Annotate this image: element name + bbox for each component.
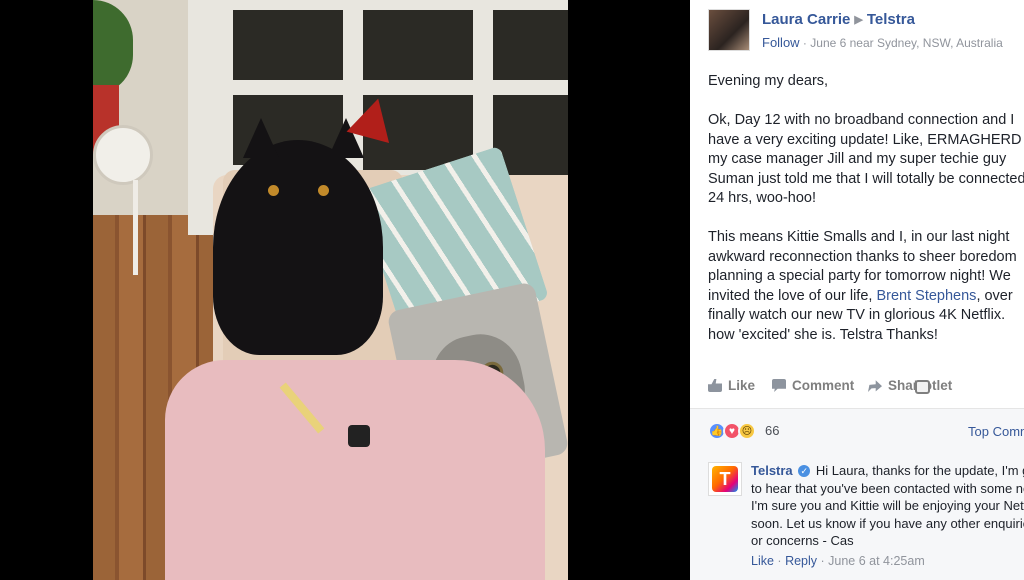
- post-timestamp-location[interactable]: June 6 near Sydney, NSW, Australia: [810, 36, 1003, 50]
- photo-dice: [348, 425, 370, 447]
- arrow-right-icon: ▶: [854, 14, 863, 26]
- photo-viewer: [0, 0, 690, 580]
- post-header: Laura Carrie ▶ Telstra Follow · June 6 nea…: [708, 9, 1024, 53]
- author-line: Laura Carrie ▶ Telstra: [762, 11, 915, 28]
- photo-stool-leg: [133, 180, 138, 275]
- top-comments-dropdown[interactable]: Top Comments: [968, 424, 1024, 439]
- post-photo[interactable]: [93, 0, 568, 580]
- post-meta: Follow · June 6 near Sydney, NSW, Austra…: [762, 35, 1003, 50]
- mention-link[interactable]: Brent Stephens: [876, 288, 976, 304]
- post-greeting: Evening my dears,: [708, 73, 829, 89]
- reactions-bar: 👍 ♥ ☹ 66 Top Comments: [690, 409, 1024, 453]
- photo-black-cat: [213, 118, 383, 355]
- like-button[interactable]: Like: [708, 378, 755, 393]
- photo-blanket: [165, 360, 545, 580]
- author-avatar[interactable]: [708, 9, 750, 51]
- reaction-count[interactable]: 66: [765, 423, 779, 438]
- photo-stool: [93, 125, 153, 185]
- verified-badge-icon: ✓: [798, 465, 811, 477]
- hotlet-overlay-icon: [915, 380, 930, 394]
- post-body: Evening my dears, Ok, Day 12 with no bro…: [708, 72, 1024, 365]
- follow-button[interactable]: Follow: [762, 35, 800, 50]
- sad-reaction-icon: ☹: [738, 422, 756, 440]
- target-page-link[interactable]: Telstra: [867, 11, 915, 28]
- thumbs-up-icon: [708, 379, 722, 392]
- comment-text: Telstra ✓ Hi Laura, thanks for the updat…: [751, 463, 1024, 548]
- comment-reply-button[interactable]: Reply: [785, 554, 817, 568]
- post-paragraph-2: This means Kittie Smalls and I, in our l…: [708, 229, 1017, 343]
- comment: T Telstra ✓ Hi Laura, thanks for the upd…: [690, 453, 1024, 580]
- comment-button[interactable]: Comment: [772, 378, 854, 393]
- comment-like-button[interactable]: Like: [751, 554, 774, 568]
- comment-timestamp[interactable]: June 6 at 4:25am: [828, 554, 925, 568]
- post-panel: Laura Carrie ▶ Telstra Follow · June 6 nea…: [690, 0, 1024, 580]
- comment-icon: [772, 379, 786, 392]
- post-paragraph-1: Ok, Day 12 with no broadband connection …: [708, 112, 1024, 206]
- post-actions: Like Comment Share Hotlet: [708, 378, 1024, 398]
- comment-actions: Like · Reply · June 6 at 4:25am: [751, 554, 925, 568]
- share-icon: [868, 380, 882, 392]
- author-name[interactable]: Laura Carrie: [762, 11, 850, 28]
- commenter-avatar[interactable]: T: [708, 462, 742, 496]
- telstra-logo-icon: T: [712, 466, 738, 492]
- reaction-icons[interactable]: 👍 ♥ ☹: [708, 422, 756, 440]
- commenter-name[interactable]: Telstra: [751, 463, 793, 478]
